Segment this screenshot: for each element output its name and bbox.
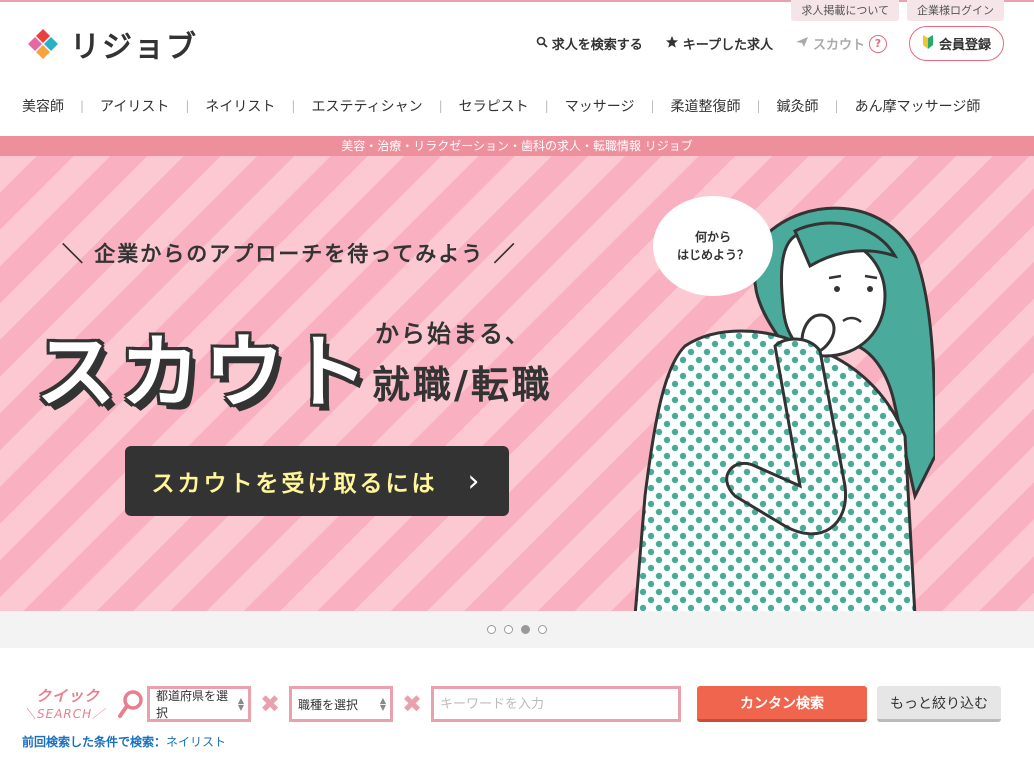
easy-search-button[interactable]: カンタン検索 bbox=[697, 686, 867, 722]
previous-search-link[interactable]: ネイリスト bbox=[166, 735, 226, 749]
register-button[interactable]: 会員登録 bbox=[908, 26, 1004, 61]
prefecture-select-value: 都道府県を選択 bbox=[156, 689, 229, 720]
keyword-input[interactable] bbox=[431, 686, 681, 722]
nav-item-anma-massage[interactable]: あん摩マッサージ師 bbox=[855, 96, 981, 116]
job-posting-link[interactable]: 求人掲載について bbox=[791, 0, 899, 21]
hero-subline: から始まる、 bbox=[375, 320, 531, 348]
nav-item-nailist[interactable]: ネイリスト bbox=[205, 96, 275, 116]
nav-divider: | bbox=[185, 99, 190, 113]
search-icon bbox=[118, 689, 146, 723]
select-arrows-icon: ▲ ▼ bbox=[379, 696, 386, 712]
search-icon bbox=[536, 36, 548, 52]
scout-label: スカウト bbox=[812, 38, 865, 53]
site-description-strip: 美容・治療・リラクゼーション・歯科の求人・転職情報 リジョブ bbox=[0, 136, 1034, 156]
site-logo[interactable]: リジョブ bbox=[24, 22, 198, 66]
hero-banner[interactable]: ＼ 企業からのアプローチを待ってみよう ／ スカウト から始まる、 就職/転職 … bbox=[0, 156, 1034, 611]
speech-bubble: 何から はじめよう？ bbox=[653, 196, 773, 296]
nav-divider: | bbox=[291, 99, 296, 113]
chevron-right-icon: › bbox=[467, 463, 483, 499]
job-type-select[interactable]: 職種を選択 ▲ ▼ bbox=[289, 686, 393, 722]
refine-search-button[interactable]: もっと絞り込む bbox=[877, 686, 1001, 722]
utility-links: 求人掲載について 企業様ログイン bbox=[791, 0, 1004, 21]
carousel-dot[interactable] bbox=[487, 625, 496, 634]
hero-tagline: ＼ 企業からのアプローチを待ってみよう ／ bbox=[62, 242, 517, 266]
cta-label: スカウトを受け取るには bbox=[151, 471, 438, 497]
nav-divider: | bbox=[438, 99, 443, 113]
nav-divider: | bbox=[80, 99, 85, 113]
nav-item-eyelist[interactable]: アイリスト bbox=[100, 96, 169, 116]
nav-divider: | bbox=[544, 99, 549, 113]
quick-search-label-bottom: ＼SEARCH／ bbox=[24, 707, 106, 721]
nav-divider: | bbox=[650, 99, 655, 113]
carousel-indicators bbox=[0, 611, 1034, 648]
logo-mark-icon bbox=[24, 25, 62, 63]
previous-search-label: 前回検索した条件で検索： bbox=[22, 735, 167, 749]
carousel-dot[interactable] bbox=[504, 625, 513, 634]
carousel-dot-active[interactable] bbox=[521, 625, 530, 634]
nav-item-hairdresser[interactable]: 美容師 bbox=[22, 96, 64, 116]
header-actions: 求人を検索する キープした求人 スカウト ? 会員登録 bbox=[536, 26, 1004, 61]
search-jobs-label: 求人を検索する bbox=[551, 38, 643, 53]
scout-cta-button[interactable]: スカウトを受け取るには › bbox=[125, 446, 509, 516]
nav-item-judo-therapist[interactable]: 柔道整復師 bbox=[671, 96, 741, 116]
nav-item-therapist[interactable]: セラピスト bbox=[459, 96, 529, 116]
quick-search-label: クイック ＼SEARCH／ bbox=[22, 685, 147, 723]
previous-search: 前回検索した条件で検索：ネイリスト bbox=[22, 733, 226, 750]
cross-icon: ✖ bbox=[259, 690, 281, 718]
star-icon bbox=[665, 35, 679, 53]
hero-headline: スカウト bbox=[36, 326, 372, 419]
kept-jobs-link[interactable]: キープした求人 bbox=[665, 34, 773, 53]
logo-text: リジョブ bbox=[70, 30, 198, 65]
carousel-dot[interactable] bbox=[538, 625, 547, 634]
scout-link[interactable]: スカウト ? bbox=[795, 34, 887, 53]
beginner-mark-icon bbox=[922, 34, 934, 53]
cross-icon: ✖ bbox=[401, 690, 423, 718]
select-arrows-icon: ▲ ▼ bbox=[237, 696, 244, 712]
nav-item-acupuncturist[interactable]: 鍼灸師 bbox=[777, 96, 819, 116]
register-label: 会員登録 bbox=[938, 38, 991, 53]
quick-search-label-top: クイック bbox=[36, 687, 101, 705]
job-type-select-value: 職種を選択 bbox=[298, 697, 359, 712]
kept-jobs-label: キープした求人 bbox=[682, 38, 773, 53]
bubble-line-1: 何から bbox=[694, 230, 731, 244]
search-jobs-link[interactable]: 求人を検索する bbox=[536, 34, 643, 53]
nav-item-massage[interactable]: マッサージ bbox=[565, 96, 635, 116]
quick-search-bar: クイック ＼SEARCH／ 都道府県を選択 ▲▼ ✖ 職種を選択 ▲▼ ✖ カン… bbox=[22, 685, 1001, 723]
company-login-link[interactable]: 企業様ログイン bbox=[907, 0, 1004, 21]
nav-item-esthetician[interactable]: エステティシャン bbox=[311, 96, 422, 116]
category-nav: 美容師 | アイリスト | ネイリスト | エステティシャン | セラピスト |… bbox=[0, 96, 1034, 116]
hero-subheadline: 就職/転職 bbox=[372, 363, 553, 407]
bubble-line-2: はじめよう？ bbox=[676, 248, 749, 262]
nav-divider: | bbox=[834, 99, 839, 113]
paper-plane-icon bbox=[795, 36, 809, 52]
prefecture-select[interactable]: 都道府県を選択 ▲ ▼ bbox=[147, 686, 251, 722]
nav-divider: | bbox=[756, 99, 761, 113]
help-icon[interactable]: ? bbox=[868, 34, 887, 53]
